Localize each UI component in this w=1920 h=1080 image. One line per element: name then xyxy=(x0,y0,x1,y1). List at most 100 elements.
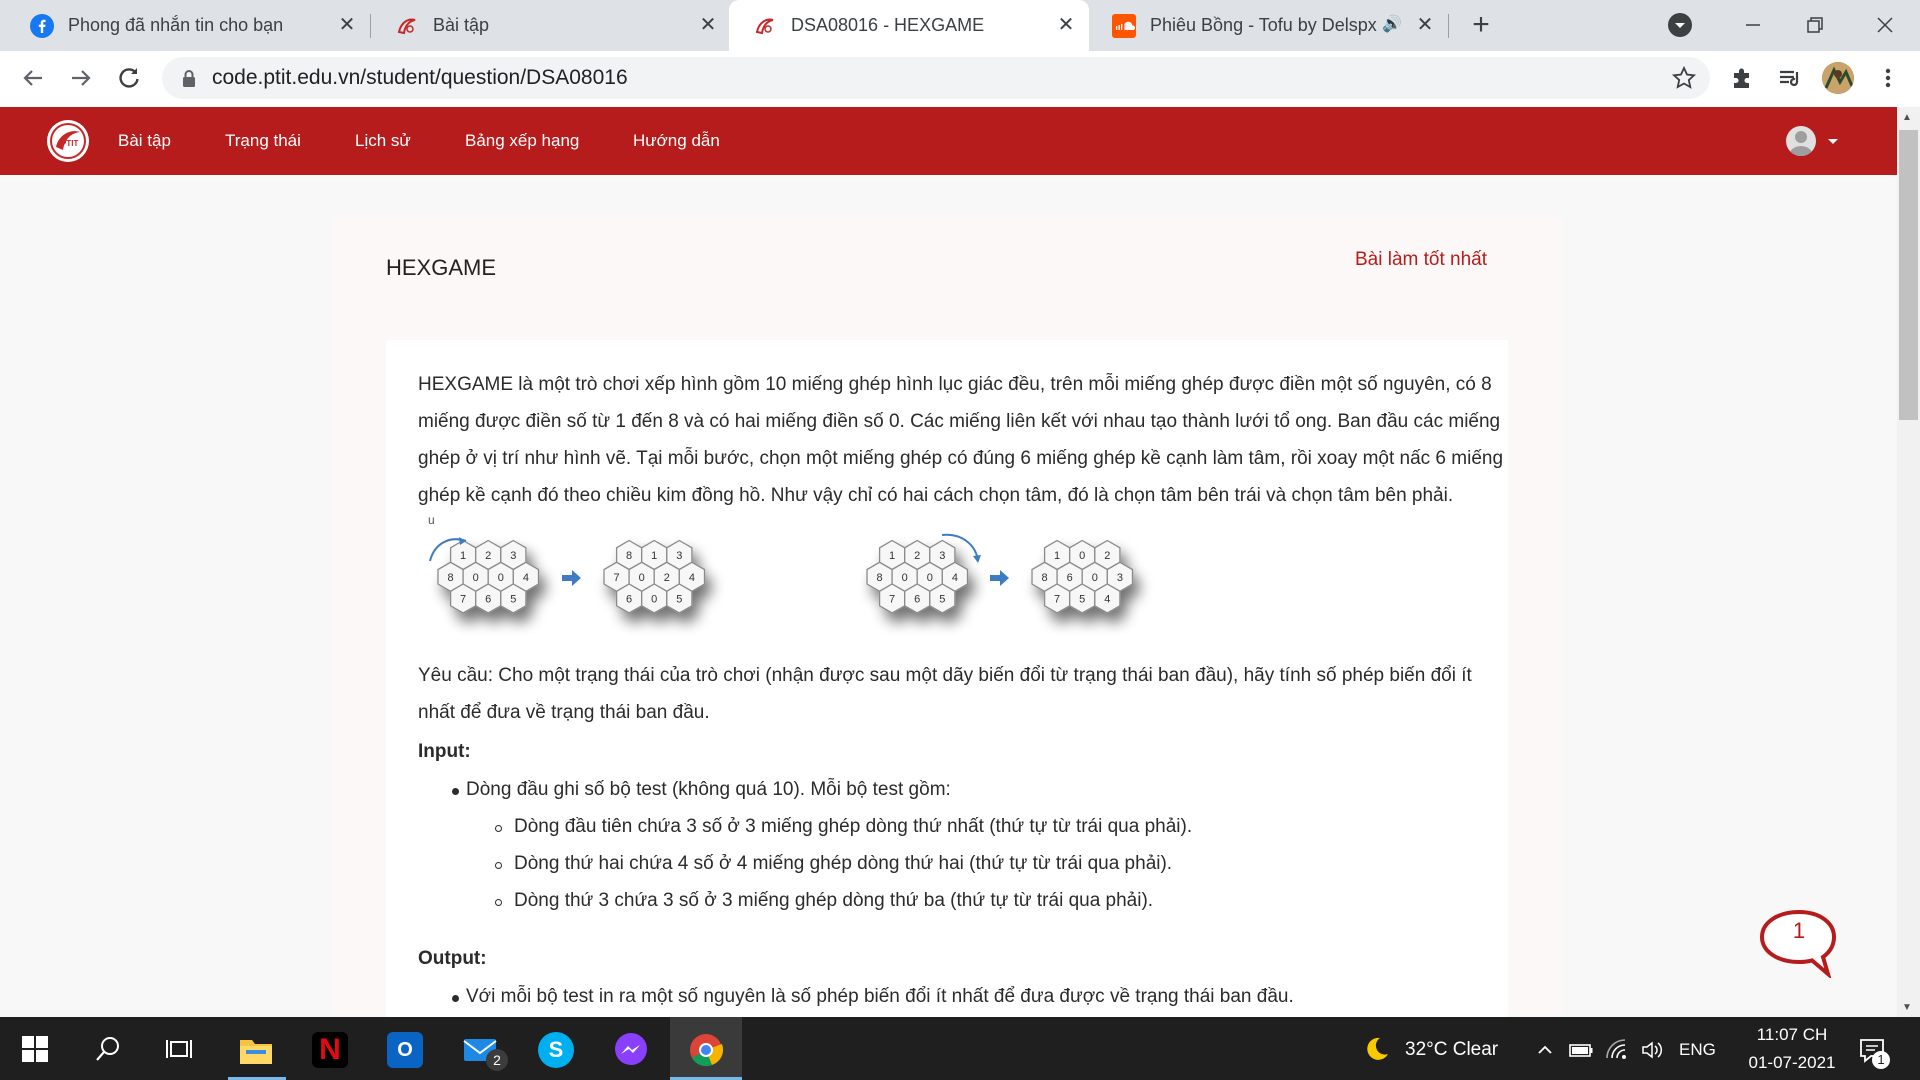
restore-button[interactable] xyxy=(1800,10,1830,40)
battery-icon[interactable] xyxy=(1568,1040,1594,1060)
best-solution-link[interactable]: Bài làm tốt nhất xyxy=(1355,249,1487,271)
hex-cell-number: 1 xyxy=(889,550,895,562)
tab-search-button[interactable] xyxy=(1668,13,1692,37)
scroll-up-arrow[interactable]: ▲ xyxy=(1902,112,1912,123)
hex-cell-number: 0 xyxy=(498,572,504,584)
nav-lich-su[interactable]: Lịch sử xyxy=(355,131,411,151)
arrow-head xyxy=(973,555,981,563)
hex-cell-number: 1 xyxy=(1054,550,1060,562)
input-heading: Input: xyxy=(418,741,471,762)
bullet xyxy=(452,788,459,795)
hex-cell-number: 4 xyxy=(1104,594,1110,606)
close-icon[interactable]: ✕ xyxy=(1055,14,1077,36)
hex-board: 1 2 3 8 0 0 4 7 6 5 xyxy=(866,539,969,614)
moon-icon[interactable] xyxy=(1362,1034,1390,1062)
hex-cell-number: 5 xyxy=(939,594,945,606)
tab-title: Phong đã nhắn tin cho bạn xyxy=(68,15,284,35)
lock-icon[interactable] xyxy=(180,68,198,88)
tab-title: DSA08016 - HEXGAME xyxy=(791,15,985,35)
volume-icon[interactable] xyxy=(1640,1038,1664,1062)
sub-bullet xyxy=(495,825,502,832)
windows-start-icon[interactable] xyxy=(22,1036,48,1062)
new-tab-button[interactable]: + xyxy=(1466,10,1496,40)
hex-cell-number: 5 xyxy=(676,594,682,606)
messenger-icon[interactable] xyxy=(613,1032,649,1068)
weather-text[interactable]: 32°C Clear xyxy=(1405,1039,1498,1061)
hex-cell-number: 0 xyxy=(1079,550,1085,562)
search-icon[interactable] xyxy=(94,1035,122,1063)
chrome-icon[interactable] xyxy=(688,1032,724,1068)
close-icon[interactable]: ✕ xyxy=(336,14,358,36)
hex-cell-number: 7 xyxy=(1054,594,1060,606)
nav-bang-xep-hang[interactable]: Bảng xếp hạng xyxy=(465,131,579,151)
hex-cell-number: 0 xyxy=(927,572,933,584)
hex-cell-number: 2 xyxy=(1104,550,1110,562)
outlook-icon[interactable]: O xyxy=(387,1032,423,1068)
arrow-right-icon xyxy=(562,570,581,586)
scroll-down-arrow[interactable]: ▼ xyxy=(1902,1002,1912,1013)
sub-bullet xyxy=(495,899,502,906)
chevron-up-icon[interactable] xyxy=(1535,1040,1555,1060)
hex-cell-number: 0 xyxy=(639,572,645,584)
clock-date[interactable]: 01-07-2021 xyxy=(1736,1053,1848,1073)
tab-bai-tap[interactable]: Bài tập ✕ xyxy=(371,0,731,51)
hex-cell-number: 1 xyxy=(651,550,657,562)
close-icon[interactable]: ✕ xyxy=(1414,14,1436,36)
bullet xyxy=(452,995,459,1002)
reload-icon xyxy=(119,68,139,88)
request-line: nhất để đưa về trạng thái ban đầu. xyxy=(418,702,710,723)
notification-badge: 1 xyxy=(1872,1051,1890,1069)
profile-avatar[interactable] xyxy=(1822,62,1854,94)
extensions-icon[interactable] xyxy=(1728,64,1756,92)
sub-bullet xyxy=(495,862,502,869)
speaker-icon[interactable]: 🔊 xyxy=(1382,14,1402,34)
close-icon[interactable]: ✕ xyxy=(697,14,719,36)
hex-cell-number: 0 xyxy=(1092,572,1098,584)
tab-soundcloud[interactable]: Phiêu Bồng - Tofu by Delspx 🔊 ✕ xyxy=(1088,0,1448,51)
skype-icon[interactable]: S xyxy=(538,1032,574,1068)
taskbar xyxy=(0,1017,1920,1080)
hex-cell-number: 3 xyxy=(939,550,945,562)
ptit-logo[interactable]: PTIT xyxy=(47,120,89,162)
tab-title: Bài tập xyxy=(433,15,490,35)
scrollbar-thumb[interactable] xyxy=(1899,130,1918,420)
user-avatar[interactable] xyxy=(1786,126,1816,156)
hex-board: 1 0 28 6 0 37 5 4 xyxy=(1031,539,1134,614)
reload-button[interactable] xyxy=(114,63,144,93)
netflix-icon[interactable]: N xyxy=(312,1032,348,1068)
hex-board: 8 1 37 0 2 46 0 5 xyxy=(603,539,706,614)
forward-button[interactable] xyxy=(66,63,96,93)
language-indicator[interactable]: ENG xyxy=(1679,1040,1716,1060)
hex-cell-number: 4 xyxy=(689,572,695,584)
hex-cell-number: 7 xyxy=(889,594,895,606)
media-controls-icon[interactable] xyxy=(1776,64,1804,92)
hex-cell-number: 6 xyxy=(1067,572,1073,584)
wifi-icon[interactable] xyxy=(1605,1038,1629,1062)
url-text[interactable]: code.ptit.edu.vn/student/question/DSA080… xyxy=(212,66,628,90)
chrome-menu-icon[interactable] xyxy=(1874,64,1902,92)
intro-line: ghép ở vị trí như hình vẽ. Tại mỗi bước,… xyxy=(418,448,1504,469)
nav-huong-dan[interactable]: Hướng dẫn xyxy=(633,131,720,151)
tab-facebook[interactable]: Phong đã nhắn tin cho bạn ✕ xyxy=(6,0,370,51)
hex-cell-number: 8 xyxy=(1041,572,1047,584)
hex-cell-number: 0 xyxy=(902,572,908,584)
mail-badge: 2 xyxy=(486,1049,508,1071)
tab-hexgame[interactable]: DSA08016 - HEXGAME ✕ xyxy=(729,0,1089,51)
close-window-button[interactable] xyxy=(1870,10,1900,40)
hex-board: 1 2 3 8 0 0 4 7 6 5 xyxy=(437,539,540,614)
file-explorer-icon[interactable] xyxy=(238,1032,274,1068)
hex-cell-number: 1 xyxy=(460,550,466,562)
input-bullet: Dòng đầu ghi số bộ test (không quá 10). … xyxy=(466,779,951,800)
back-button[interactable] xyxy=(18,63,48,93)
clock-time[interactable]: 11:07 CH xyxy=(1746,1025,1838,1045)
task-view-icon[interactable] xyxy=(165,1036,193,1064)
hex-cell-number: 6 xyxy=(914,594,920,606)
minimize-button[interactable] xyxy=(1738,10,1768,40)
hex-cell-number: 7 xyxy=(613,572,619,584)
problem-title: HEXGAME xyxy=(386,255,497,280)
nav-bai-tap[interactable]: Bài tập xyxy=(118,131,171,151)
caret-down-icon[interactable] xyxy=(1825,133,1841,149)
bookmark-star-icon[interactable] xyxy=(1670,64,1698,92)
arrow-left-icon xyxy=(23,70,42,86)
nav-trang-thai[interactable]: Trạng thái xyxy=(225,131,301,151)
